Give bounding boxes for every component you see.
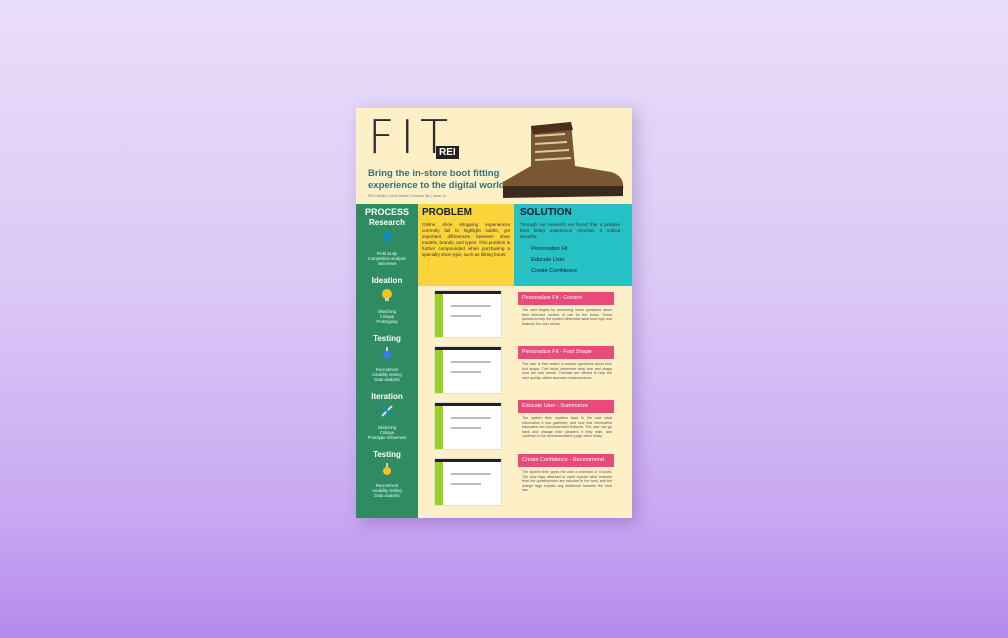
feature-description: The user begins by answering some questi… <box>522 308 612 326</box>
rei-logo-text: REI <box>436 146 459 159</box>
screenshot-foot-shape <box>434 346 502 394</box>
magnifier-icon <box>383 232 391 244</box>
feature-tag: Create Confidence - Recommend <box>518 454 614 467</box>
feature-tag: Educate User - Summarize <box>518 400 614 413</box>
benefit-item: > Create Confidence <box>522 268 578 274</box>
process-step-testing-1: Testing Recruitment Usability testing Da… <box>372 334 402 382</box>
rei-logo: REI <box>436 142 459 160</box>
process-step-iteration: Iteration Sketching Critique Prototype r… <box>367 392 407 440</box>
tools-icon <box>381 405 393 417</box>
solution-title: SOLUTION <box>520 207 572 218</box>
lightbulb-icon <box>382 289 392 301</box>
problem-text: Online shoe shopping experiences current… <box>422 222 510 257</box>
hiking-boot-image <box>502 122 624 198</box>
screenshot-summarize <box>434 402 502 450</box>
process-step-research: Research Field study Competitive analysi… <box>367 218 407 266</box>
solution-text: Through our research we found that a pos… <box>520 222 620 239</box>
benefit-item: > Personalize Fit <box>522 246 568 252</box>
process-step-ideation: Ideation Sketching Critique Prototyping <box>371 276 403 324</box>
problem-title: PROBLEM <box>422 207 472 218</box>
feature-description: The system then gives the user a selecti… <box>522 470 612 493</box>
poster: FIT REI Bring the in-store boot fitting … <box>356 108 632 518</box>
process-step-testing-2: Testing Recruitment Usability testing Da… <box>372 450 402 498</box>
poster-authors: Phil Castillo | Kevin Martin | Thomas Wu… <box>368 194 447 198</box>
benefit-item: > Educate User <box>522 257 565 263</box>
flask-icon <box>383 347 391 359</box>
flask-icon <box>383 463 391 475</box>
feature-tag: Personalize Fit - Context <box>518 292 614 305</box>
feature-description: The system then explains back to the use… <box>522 416 612 439</box>
screenshot-context <box>434 290 502 338</box>
feature-tag: Personalize Fit - Foot Shape <box>518 346 614 359</box>
screenshot-recommend <box>434 458 502 506</box>
process-title: PROCESS <box>364 207 409 217</box>
feature-description: The user is then asked to answer questio… <box>522 362 612 380</box>
